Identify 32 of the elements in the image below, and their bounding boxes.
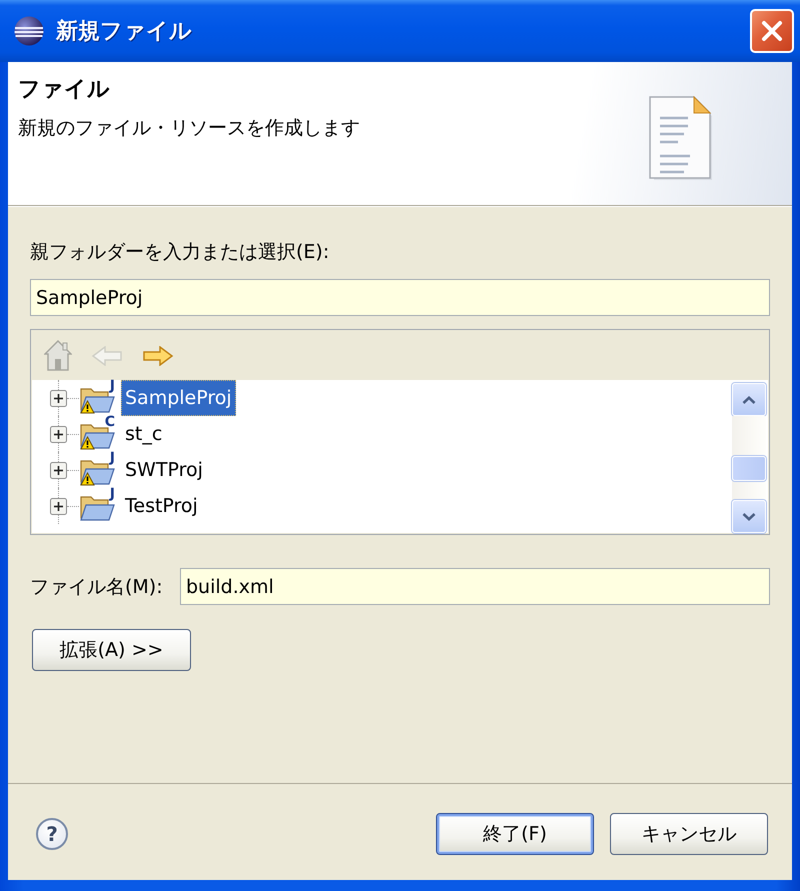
file-name-field[interactable]: build.xml xyxy=(180,568,770,605)
page-title: ファイル xyxy=(18,76,111,104)
scroll-up-button[interactable] xyxy=(732,383,766,416)
plus-box-icon[interactable] xyxy=(50,498,67,514)
plus-box-icon[interactable] xyxy=(50,462,67,478)
scrollbar-thumb[interactable] xyxy=(732,456,766,481)
parent-folder-label: 親フォルダーを入力または選択(E): xyxy=(30,241,330,263)
cancel-button[interactable]: キャンセル xyxy=(610,813,768,855)
parent-folder-field[interactable]: SampleProj xyxy=(30,279,770,316)
chevron-up-icon xyxy=(742,396,756,404)
finish-button[interactable]: 終了(F) xyxy=(436,813,594,855)
advanced-button[interactable]: 拡張(A) >> xyxy=(32,629,191,671)
project-type-letter: J xyxy=(110,487,115,502)
tree-item[interactable]: SWTProj xyxy=(121,452,207,488)
page-description: 新規のファイル・リソースを作成します xyxy=(18,116,361,140)
plus-box-icon[interactable] xyxy=(50,390,67,406)
sphere-icon xyxy=(14,16,44,46)
tree-item[interactable]: st_c xyxy=(121,416,166,452)
help-button[interactable]: ? xyxy=(36,818,68,850)
file-name-label: ファイル名(M): xyxy=(30,576,164,598)
project-type-letter: C xyxy=(104,415,115,430)
close-icon xyxy=(761,20,783,42)
close-button[interactable] xyxy=(750,9,794,53)
tree-item[interactable]: SampleProj xyxy=(121,380,236,416)
right-arrow-icon[interactable] xyxy=(142,346,174,366)
project-type-letter: J xyxy=(110,379,115,394)
project-type-letter: J xyxy=(110,451,115,466)
plus-box-icon[interactable] xyxy=(50,426,67,442)
tree-item[interactable]: TestProj xyxy=(121,488,202,524)
chevron-down-icon xyxy=(742,512,756,520)
scroll-down-button[interactable] xyxy=(732,500,766,533)
window-title: 新規ファイル xyxy=(56,18,193,46)
